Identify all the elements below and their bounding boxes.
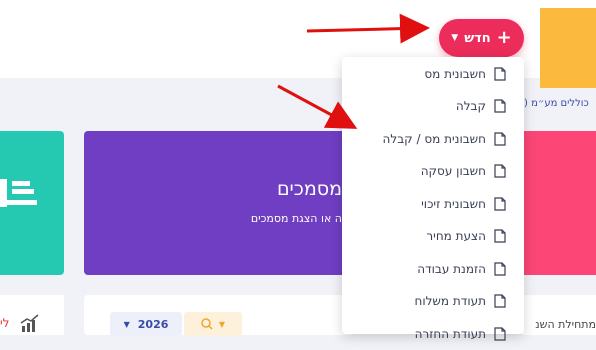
arrow-to-new-button: [306, 13, 430, 44]
arrow-to-menu-item: [277, 84, 358, 129]
annotation-arrows: [277, 13, 430, 129]
